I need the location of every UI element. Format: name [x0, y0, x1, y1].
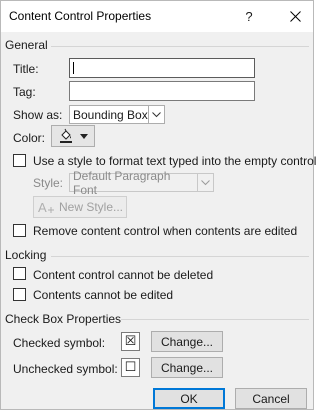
- use-style-checkbox[interactable]: [13, 154, 26, 167]
- cannot-edit-checkbox[interactable]: [13, 288, 26, 301]
- ok-button[interactable]: OK: [153, 388, 225, 409]
- locking-divider: [51, 256, 309, 257]
- new-style-label: New Style...: [58, 200, 124, 214]
- unchecked-symbol-label: Unchecked symbol:: [13, 362, 118, 376]
- show-as-dropdown[interactable]: Bounding Box: [69, 105, 165, 124]
- checked-symbol-preview: ☒: [121, 332, 140, 351]
- tag-label: Tag:: [13, 85, 36, 99]
- title-bar: Content Control Properties ?: [1, 1, 313, 32]
- general-heading: General: [5, 38, 48, 52]
- paint-bucket-icon: [60, 128, 72, 143]
- new-style-icon: A: [38, 200, 54, 214]
- tag-input[interactable]: [69, 81, 255, 101]
- help-button[interactable]: ?: [235, 5, 263, 27]
- close-button[interactable]: [281, 5, 309, 27]
- style-label: Style:: [33, 176, 64, 190]
- style-dropdown[interactable]: Default Paragraph Font: [69, 169, 214, 197]
- dialog-title: Content Control Properties: [9, 9, 152, 23]
- chevron-down-icon: [148, 106, 164, 123]
- general-divider: [51, 46, 309, 47]
- help-icon: ?: [245, 8, 253, 24]
- checkbox-properties-divider: [121, 319, 309, 320]
- new-style-button[interactable]: A New Style...: [33, 196, 127, 218]
- title-label: Title:: [13, 62, 39, 76]
- chevron-down-icon: [197, 174, 213, 191]
- unchecked-box-icon: ☐: [124, 360, 137, 375]
- title-input[interactable]: [69, 58, 255, 78]
- cancel-button[interactable]: Cancel: [235, 388, 307, 409]
- color-label: Color:: [13, 131, 46, 145]
- change-unchecked-symbol-button[interactable]: Change...: [151, 357, 223, 378]
- ok-label: OK: [180, 391, 198, 406]
- use-style-label: Use a style to format text typed into th…: [33, 154, 317, 168]
- change-unchecked-label: Change...: [160, 360, 214, 375]
- cancel-label: Cancel: [252, 391, 290, 406]
- cannot-delete-label: Content control cannot be deleted: [33, 268, 214, 282]
- color-picker-button[interactable]: [51, 125, 95, 147]
- text-caret: [73, 62, 74, 74]
- checkbox-properties-heading: Check Box Properties: [5, 312, 122, 326]
- locking-heading: Locking: [5, 248, 47, 262]
- style-value: Default Paragraph Font: [73, 168, 171, 197]
- content-control-properties-dialog: Content Control Properties ? General Tit…: [0, 0, 317, 410]
- remove-when-edited-label: Remove content control when contents are…: [33, 224, 298, 238]
- checked-symbol-label: Checked symbol:: [13, 336, 106, 350]
- cannot-delete-checkbox[interactable]: [13, 267, 26, 280]
- cannot-edit-label: Contents cannot be edited: [33, 288, 174, 302]
- remove-when-edited-checkbox[interactable]: [13, 224, 26, 237]
- checked-box-icon: ☒: [124, 334, 137, 349]
- change-checked-label: Change...: [160, 334, 214, 349]
- close-icon: [289, 10, 301, 22]
- chevron-down-icon: [80, 133, 88, 139]
- show-as-value: Bounding Box: [73, 107, 148, 122]
- unchecked-symbol-preview: ☐: [121, 358, 140, 377]
- change-checked-symbol-button[interactable]: Change...: [151, 331, 223, 352]
- svg-text:A: A: [38, 200, 47, 214]
- show-as-label: Show as:: [13, 108, 63, 122]
